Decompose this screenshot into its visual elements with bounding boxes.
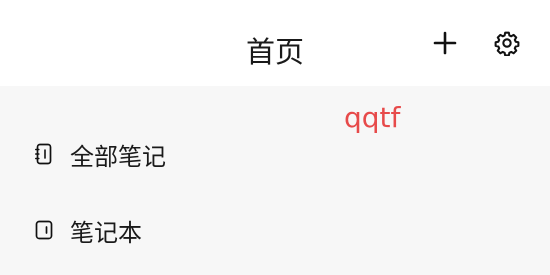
settings-button[interactable] xyxy=(490,26,524,60)
add-button[interactable] xyxy=(428,26,462,60)
gear-icon xyxy=(494,31,520,56)
overlay-text: qqtf xyxy=(344,101,401,134)
nav-item-all-notes[interactable]: 全部笔记 xyxy=(0,129,550,179)
notebook-icon xyxy=(34,219,54,241)
notes-icon xyxy=(34,143,54,165)
nav-item-label: 笔记本 xyxy=(70,218,142,247)
nav-item-label: 全部笔记 xyxy=(70,142,166,171)
plus-icon xyxy=(433,31,457,55)
header-bar: 首页 xyxy=(0,0,550,86)
nav-item-notebook[interactable]: 笔记本 xyxy=(0,205,550,255)
app-window: 首页 qqtf 全部笔记 笔记本 xyxy=(0,0,550,275)
page-title: 首页 xyxy=(245,35,304,69)
